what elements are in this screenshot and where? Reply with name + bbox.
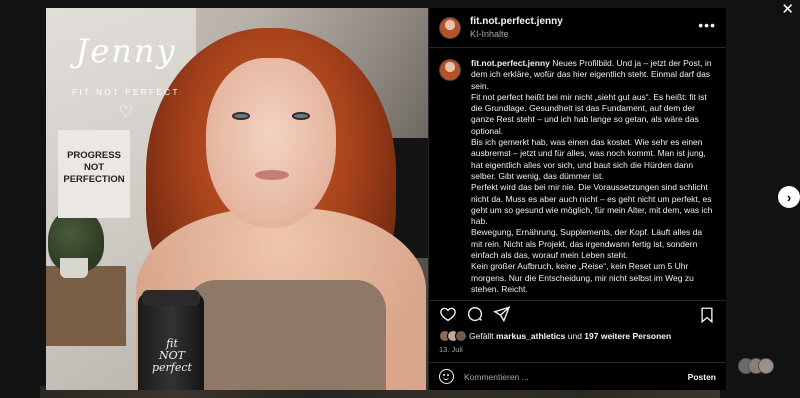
person-face (206, 58, 336, 228)
post-caption: fit.not.perfect.jenny Neues Profilbild. … (429, 48, 726, 300)
wall-poster: PROGRESS NOT PERFECTION (58, 130, 130, 218)
emoji-smiley-icon[interactable] (439, 369, 454, 384)
more-options-icon[interactable]: ••• (698, 18, 716, 32)
next-post-arrow-icon[interactable]: › (778, 186, 800, 208)
background-avatar-stack (738, 358, 780, 376)
brand-subtitle: FIT NOT PERFECT (72, 88, 180, 97)
caption-paragraph: Fit not perfect heißt bei mir nicht „sie… (471, 91, 707, 136)
like-heart-icon[interactable] (439, 305, 457, 323)
comment-input[interactable] (464, 371, 688, 382)
post-date[interactable]: 13. Juli (429, 342, 726, 354)
close-icon[interactable]: ✕ (781, 2, 794, 17)
ai-content-label[interactable]: KI-Inhalte (470, 29, 563, 39)
caption-paragraph: Perfekt wird das bei mir nie. Die Voraus… (471, 182, 713, 227)
share-paper-plane-icon[interactable] (493, 305, 511, 323)
comment-bar: Posten (429, 362, 726, 390)
comment-bubble-icon[interactable] (466, 305, 484, 323)
post-photo: PROGRESS NOT PERFECTION fit NOT perfect … (46, 8, 428, 390)
liker-username[interactable]: markus_athletics (496, 331, 565, 341)
caption-paragraph: Bewegung, Ernährung, Supplements, der Ko… (471, 227, 703, 261)
brand-script-logo: Jenny (75, 32, 177, 70)
post-header: fit.not.perfect.jenny KI-Inhalte ••• (429, 8, 726, 48)
post-side-panel: fit.not.perfect.jenny KI-Inhalte ••• fit… (428, 8, 726, 390)
likes-summary: Gefällt markus_athletics und 197 weitere… (429, 326, 726, 342)
heart-outline-icon: ♡ (118, 104, 134, 121)
post-modal: PROGRESS NOT PERFECTION fit NOT perfect … (46, 8, 726, 390)
caption-author-avatar[interactable] (439, 59, 461, 81)
bookmark-icon[interactable] (698, 306, 716, 324)
post-comment-button[interactable]: Posten (688, 372, 716, 382)
caption-paragraph: Kein großer Aufbruch, keine „Reise“, kei… (471, 261, 694, 294)
author-avatar[interactable] (439, 16, 461, 39)
liker-avatars (439, 330, 469, 342)
other-likers-link[interactable]: 197 weitere Personen (584, 331, 671, 341)
post-actions-bar (429, 300, 726, 326)
shaker-logo: fit NOT perfect (152, 337, 192, 374)
caption-username[interactable]: fit.not.perfect.jenny (471, 58, 550, 68)
author-username[interactable]: fit.not.perfect.jenny (470, 16, 563, 27)
caption-paragraph: Bis ich gemerkt hab, was einen das koste… (471, 137, 706, 181)
